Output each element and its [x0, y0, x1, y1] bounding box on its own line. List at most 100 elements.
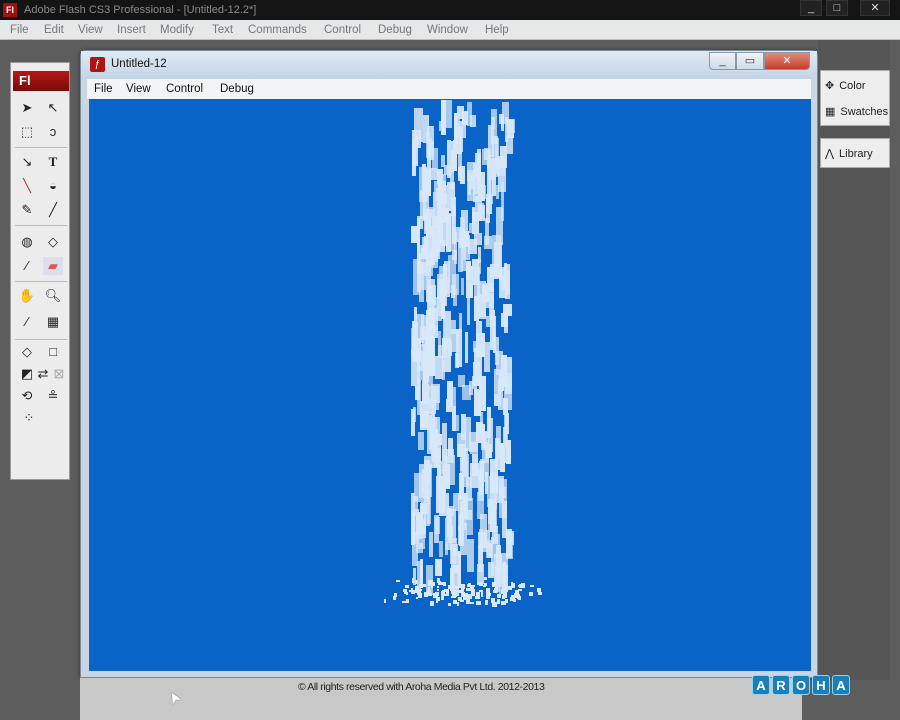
water-particle — [467, 538, 474, 572]
flash-panel-logo: Fl — [13, 71, 69, 91]
splash-particle — [447, 586, 452, 589]
water-particle — [430, 412, 436, 444]
close-button[interactable]: ✕ — [860, 0, 890, 16]
menu-debug[interactable]: Debug — [378, 20, 412, 40]
minimize-button[interactable]: _ — [800, 0, 822, 16]
water-particle — [470, 442, 478, 454]
player-maximize-button[interactable]: ▭ — [736, 52, 764, 70]
straighten-icon[interactable]: ⁘ — [19, 409, 39, 427]
splash-particle — [446, 592, 450, 597]
pen-tool-icon[interactable]: ↘ — [17, 153, 37, 171]
menu-window[interactable]: Window — [427, 20, 468, 40]
water-particle — [481, 148, 491, 165]
water-particle — [423, 208, 429, 221]
splash-particle — [518, 584, 523, 587]
splash-particle — [447, 603, 452, 607]
water-particle — [445, 493, 450, 520]
menu-commands[interactable]: Commands — [248, 20, 307, 40]
menu-text[interactable]: Text — [212, 20, 233, 40]
water-particle — [429, 167, 437, 180]
splash-particle — [433, 593, 438, 598]
ink-bottle-tool-icon[interactable]: ◍ — [17, 233, 37, 251]
water-particle — [457, 238, 464, 272]
water-particle — [497, 378, 503, 410]
lasso-tool-icon[interactable]: ↄ — [43, 123, 63, 141]
hand-tool-icon[interactable]: ✋ — [17, 287, 37, 305]
splash-particle — [414, 580, 419, 585]
water-particle — [457, 149, 462, 179]
player-menu-debug[interactable]: Debug — [220, 79, 254, 99]
eyedropper-tool-icon[interactable]: ⁄ — [17, 257, 37, 275]
water-particle — [477, 294, 486, 319]
line-tool-icon[interactable]: ╲ — [17, 177, 37, 195]
player-menu-control[interactable]: Control — [166, 79, 203, 99]
maximize-button[interactable]: □ — [826, 0, 848, 16]
water-particle — [494, 475, 504, 503]
player-close-button[interactable]: ✕ — [764, 52, 810, 70]
water-particle — [441, 282, 447, 307]
fill-swatch-icon[interactable]: □ — [43, 343, 63, 361]
library-panel-button[interactable]: ⋀ Library — [825, 147, 873, 161]
splash-particle — [416, 597, 419, 600]
free-transform-tool-icon[interactable]: ⬚ — [17, 123, 37, 141]
color-icon: ✥ — [825, 80, 835, 92]
water-particle — [471, 207, 475, 225]
water-particle — [416, 218, 421, 252]
pencil-tool-icon[interactable]: ✎ — [17, 201, 37, 219]
water-particle — [434, 558, 442, 577]
water-particle — [505, 134, 513, 154]
menu-view[interactable]: View — [78, 20, 103, 40]
splash-particle — [394, 592, 397, 598]
splash-particle — [501, 589, 505, 593]
water-particle — [485, 471, 489, 495]
splash-particle — [452, 584, 455, 587]
splash-particle — [502, 593, 508, 598]
color-panel-button[interactable]: ✥ Color — [825, 79, 866, 93]
water-particle — [468, 281, 473, 296]
player-title-bar: ƒ Untitled-12 _ ▭ ✕ — [81, 51, 817, 79]
water-particle — [424, 252, 433, 276]
stroke-swatch-icon[interactable]: ▦ — [43, 313, 63, 331]
paint-bucket-tool-icon[interactable]: ◇ — [43, 233, 63, 251]
flash-player-window: ƒ Untitled-12 _ ▭ ✕ File View Control De… — [80, 50, 818, 678]
player-minimize-button[interactable]: _ — [709, 52, 736, 70]
water-particle — [416, 514, 423, 540]
player-menu-bar: File View Control Debug — [87, 79, 811, 99]
player-menu-file[interactable]: File — [94, 79, 113, 99]
menu-modify[interactable]: Modify — [160, 20, 194, 40]
water-particle — [478, 531, 487, 548]
text-tool-icon[interactable]: T — [43, 153, 63, 171]
splash-particle — [510, 583, 516, 588]
water-particle — [411, 492, 415, 513]
oval-tool-icon[interactable]: ◒ — [43, 177, 63, 195]
selection-tool-icon[interactable]: ➤ — [17, 99, 37, 117]
splash-particle — [477, 581, 481, 585]
eraser-tool-icon[interactable]: ▰ — [43, 257, 63, 275]
player-menu-view[interactable]: View — [126, 79, 151, 99]
splash-particle — [396, 579, 400, 582]
water-particle — [503, 426, 507, 464]
splash-particle — [484, 582, 488, 587]
menu-edit[interactable]: Edit — [44, 20, 64, 40]
menu-insert[interactable]: Insert — [117, 20, 146, 40]
smooth-icon[interactable]: ≗ — [43, 387, 63, 405]
menu-control[interactable]: Control — [324, 20, 361, 40]
splash-particle — [460, 599, 464, 603]
stroke-color-icon[interactable]: ⁄ — [17, 313, 37, 331]
brush-tool-icon[interactable]: ╱ — [43, 201, 63, 219]
splash-particle — [483, 577, 487, 581]
fill-color-icon[interactable]: ◇ — [17, 343, 37, 361]
splash-particle — [416, 591, 422, 595]
water-particle — [468, 223, 473, 234]
menu-help[interactable]: Help — [485, 20, 509, 40]
water-particle — [425, 335, 435, 355]
swatches-panel-button[interactable]: ▦ Swatches — [825, 105, 888, 119]
no-color-icon[interactable]: ⊠ — [49, 365, 69, 383]
app-title-bar: Fl Adobe Flash CS3 Professional - [Untit… — [0, 0, 900, 20]
water-particle — [446, 100, 453, 128]
zoom-tool-icon[interactable]: 🔍︎ — [43, 287, 63, 305]
menu-file[interactable]: File — [10, 20, 29, 40]
snap-icon[interactable]: ⟲ — [17, 387, 37, 405]
subselection-tool-icon[interactable]: ↖ — [43, 99, 63, 117]
splash-particle — [429, 601, 435, 606]
